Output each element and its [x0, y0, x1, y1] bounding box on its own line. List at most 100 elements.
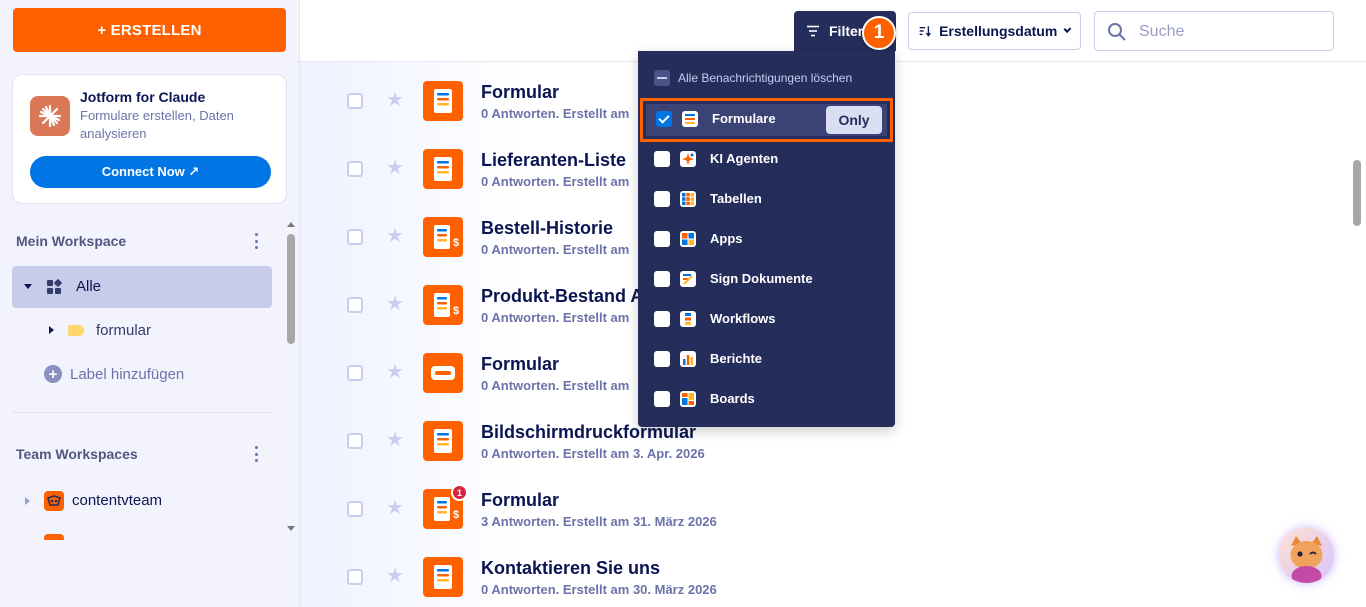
ai-assistant-avatar-icon[interactable]: [1279, 528, 1334, 583]
main-scrollbar-thumb[interactable]: [1353, 160, 1361, 226]
sort-dropdown[interactable]: Erstellungsdatum: [908, 12, 1081, 50]
sidebar-divider: [12, 412, 272, 413]
row-checkbox[interactable]: [347, 229, 363, 245]
my-workspace-menu-icon[interactable]: [252, 233, 260, 249]
filter-option-workflows[interactable]: Workflows: [638, 299, 895, 339]
form-title[interactable]: Lieferanten-Liste: [481, 150, 626, 171]
checkbox[interactable]: [654, 351, 670, 367]
filter-option-formulare[interactable]: Formulare Only: [640, 98, 893, 142]
option-label: Tabellen: [710, 191, 762, 206]
add-label-button[interactable]: + Label hinzufügen: [44, 364, 184, 384]
tables-icon: [680, 191, 696, 207]
star-icon[interactable]: ★: [386, 226, 404, 246]
filter-icon: [807, 25, 819, 37]
star-icon[interactable]: ★: [386, 294, 404, 314]
star-icon[interactable]: ★: [386, 430, 404, 450]
caret-down-icon[interactable]: [24, 284, 32, 289]
filter-option-sign-dokumente[interactable]: Sign Dokumente: [638, 259, 895, 299]
form-title[interactable]: Produkt-Bestand A: [481, 286, 643, 307]
scroll-up-icon[interactable]: [287, 222, 295, 227]
form-title[interactable]: Bestell-Historie: [481, 218, 613, 239]
form-meta: 0 Antworten. Erstellt am: [481, 106, 630, 121]
filter-option-boards[interactable]: Boards: [638, 379, 895, 419]
card-form-icon: [423, 353, 463, 393]
checkbox[interactable]: [654, 271, 670, 287]
minus-checkbox-icon[interactable]: [654, 70, 670, 86]
sidebar: + ERSTELLEN Jotform for Claude Formulare…: [0, 0, 300, 607]
search-input[interactable]: [1139, 21, 1319, 43]
form-title[interactable]: Formular: [481, 82, 559, 103]
row-checkbox[interactable]: [347, 365, 363, 381]
svg-text:$: $: [453, 509, 459, 521]
form-title[interactable]: Formular: [481, 354, 559, 375]
scrollbar-thumb[interactable]: [287, 234, 295, 344]
row-checkbox[interactable]: [347, 161, 363, 177]
caret-right-icon[interactable]: [25, 497, 30, 505]
option-label: Formulare: [712, 111, 776, 126]
star-icon[interactable]: ★: [386, 158, 404, 178]
form-title[interactable]: Kontaktieren Sie uns: [481, 558, 660, 579]
filter-option-ki-agenten[interactable]: KI Agenten: [638, 139, 895, 179]
form-title[interactable]: Formular: [481, 490, 559, 511]
add-label-text: Label hinzufügen: [70, 365, 185, 383]
filter-option-apps[interactable]: Apps: [638, 219, 895, 259]
apps-icon: [680, 231, 696, 247]
promo-subtitle: Formulare erstellen, Daten analysieren: [80, 108, 234, 141]
list-item[interactable]: ★ $ 1 Formular 3 Antworten. Erstellt am …: [300, 470, 1350, 538]
star-icon[interactable]: ★: [386, 566, 404, 586]
row-checkbox[interactable]: [347, 433, 363, 449]
list-item[interactable]: ★ Kontaktieren Sie uns 0 Antworten. Erst…: [300, 538, 1350, 606]
sidebar-item-all[interactable]: Alle: [12, 266, 272, 308]
checkbox[interactable]: [654, 151, 670, 167]
team-label: contentvteam: [72, 492, 163, 509]
form-meta: 0 Antworten. Erstellt am: [481, 310, 630, 325]
form-icon: [423, 81, 463, 121]
clear-label: Alle Benachrichtigungen löschen: [678, 71, 853, 85]
row-checkbox[interactable]: [347, 501, 363, 517]
my-workspace-heading: Mein Workspace: [16, 233, 127, 249]
option-label: KI Agenten: [710, 151, 779, 166]
filter-option-berichte[interactable]: Berichte: [638, 339, 895, 379]
create-button[interactable]: + ERSTELLEN: [13, 8, 286, 52]
option-label: Apps: [710, 231, 743, 246]
team-avatar-icon: [44, 534, 64, 540]
star-icon[interactable]: ★: [386, 498, 404, 518]
only-button[interactable]: Only: [826, 106, 882, 134]
checked-checkbox-icon[interactable]: [656, 111, 672, 127]
step-badge: 1: [862, 16, 896, 50]
form-icon: [682, 111, 698, 127]
option-label: Berichte: [710, 351, 763, 366]
checkbox[interactable]: [654, 391, 670, 407]
checkbox[interactable]: [654, 311, 670, 327]
connect-now-button[interactable]: Connect Now ↗: [30, 156, 271, 188]
option-label: Sign Dokumente: [710, 271, 813, 286]
folder-label: formular: [96, 322, 152, 339]
star-icon[interactable]: ★: [386, 362, 404, 382]
option-label: Workflows: [710, 311, 776, 326]
option-label: Boards: [710, 391, 755, 406]
reports-icon: [680, 351, 696, 367]
team-workspaces-menu-icon[interactable]: [252, 446, 260, 462]
sidebar-item-all-label: Alle: [76, 278, 102, 295]
svg-text:$: $: [453, 237, 459, 249]
caret-right-icon[interactable]: [49, 326, 54, 334]
sidebar-scrollbar[interactable]: [286, 222, 296, 534]
notification-badge: 1: [451, 484, 468, 501]
claude-promo-card: Jotform for Claude Formulare erstellen, …: [12, 74, 287, 204]
search-box[interactable]: [1094, 11, 1334, 51]
star-icon[interactable]: ★: [386, 90, 404, 110]
row-checkbox[interactable]: [347, 569, 363, 585]
svg-text:$: $: [453, 305, 459, 317]
form-meta: 0 Antworten. Erstellt am: [481, 378, 630, 393]
form-meta: 0 Antworten. Erstellt am 3. Apr. 2026: [481, 446, 705, 461]
checkbox[interactable]: [654, 191, 670, 207]
clear-notifications-button[interactable]: Alle Benachrichtigungen löschen: [654, 70, 852, 86]
row-checkbox[interactable]: [347, 93, 363, 109]
form-meta: 0 Antworten. Erstellt am: [481, 174, 630, 189]
filter-option-tabellen[interactable]: Tabellen: [638, 179, 895, 219]
scroll-down-icon[interactable]: [287, 526, 295, 531]
checkbox[interactable]: [654, 231, 670, 247]
form-icon: [423, 421, 463, 461]
row-checkbox[interactable]: [347, 297, 363, 313]
search-icon: [1108, 23, 1126, 41]
